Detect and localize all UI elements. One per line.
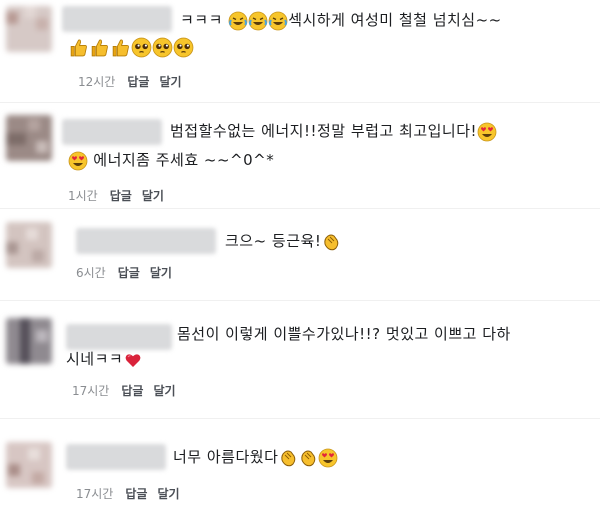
comment-5: 너무 아름다웠다 17시간 답글 달기 [0,424,600,527]
comment-text-main: 크으~ 등근육! [225,232,322,250]
comment-meta: 1시간 답글 달기 [68,187,174,204]
avatar[interactable] [6,6,52,52]
heart-eyes-icon [68,151,88,171]
comment-3: 크으~ 등근육! 6시간 답글 달기 [0,212,600,297]
heart-eyes-icon [477,122,497,142]
reply-button[interactable]: 답글 [110,187,132,204]
clapping-hands-icon [298,448,318,468]
avatar[interactable] [6,115,52,161]
tears-of-joy-icon [248,11,268,31]
comment-1: ㅋㅋㅋ 섹시하게 여성미 철철 넘치심~~ 12시간 답글 달기 [0,0,600,100]
comment-text-line2-text: 시네ㅋㅋ [66,350,124,368]
comment-text-line2: 에너지좀 주세효 ~~^0^* [68,145,274,175]
comment-meta: 17시간 답글 달기 [76,485,190,502]
comment-meta: 6시간 답글 달기 [76,264,182,281]
clapping-hands-icon [321,232,341,252]
like-button[interactable]: 달기 [142,187,164,204]
reply-button[interactable]: 답글 [121,382,143,399]
heart-icon [123,350,143,370]
commenter-name[interactable] [62,119,162,145]
divider [0,208,600,209]
tears-of-joy-icon [228,11,248,31]
pleading-face-icon [173,37,194,58]
comment-text-main: 너무 아름다웠다 [173,448,279,466]
like-button[interactable]: 달기 [159,73,181,90]
reply-button[interactable]: 답글 [127,73,149,90]
comment-time: 17시간 [72,384,110,398]
commenter-name[interactable] [76,228,216,254]
thumbs-up-icon [68,37,89,58]
comment-meta: 17시간 답글 달기 [72,382,186,399]
comment-meta: 12시간 답글 달기 [78,73,192,90]
comment-time: 6시간 [76,266,106,280]
comment-text-line2-text: 에너지좀 주세효 ~~^0^* [93,151,275,169]
comment-text: 크으~ 등근육! [225,226,341,256]
comment-4: 몸선이 이렇게 이쁠수가있나!!? 멋있고 이쁘고 다하 시네ㅋㅋ 17시간 답글… [0,304,600,414]
clapping-hands-icon [278,448,298,468]
divider [0,102,600,103]
pleading-face-icon [152,37,173,58]
like-button[interactable]: 달기 [157,485,179,502]
comment-text: 범접할수없는 에너지!!정말 부럽고 최고입니다! [170,116,497,146]
divider [0,418,600,419]
heart-eyes-icon [318,448,338,468]
avatar[interactable] [6,442,52,488]
commenter-name[interactable] [62,6,172,32]
comment-text: 너무 아름다웠다 [173,442,338,472]
commenter-name[interactable] [66,444,166,470]
comment-text-line2: 시네ㅋㅋ [66,344,143,374]
tears-of-joy-icon [268,11,288,31]
comment-text: 몸선이 이렇게 이쁠수가있나!!? 멋있고 이쁘고 다하 [177,319,511,349]
like-button[interactable]: 달기 [150,264,172,281]
comment-time: 12시간 [78,75,116,89]
comment-text-suffix: ㅋㅋㅋ [180,11,223,29]
pleading-face-icon [131,37,152,58]
avatar[interactable] [6,318,52,364]
thumbs-up-icon [110,37,131,58]
reply-button[interactable]: 답글 [118,264,140,281]
divider [0,300,600,301]
comment-text-main: 몸선이 이렇게 이쁠수가있나!!? 멋있고 이쁘고 다하 [177,325,511,343]
like-button[interactable]: 달기 [153,382,175,399]
emoji-line [68,37,194,61]
thumbs-up-icon [89,37,110,58]
comment-time: 1시간 [68,189,98,203]
comment-text-main: 범접할수없는 에너지!!정말 부럽고 최고입니다! [170,122,478,140]
reply-button[interactable]: 답글 [125,485,147,502]
comment-text-main: 섹시하게 여성미 철철 넘치심~~ [288,11,502,29]
comment-time: 17시간 [76,487,114,501]
comment-2: 범접할수없는 에너지!!정말 부럽고 최고입니다! 에너지좀 주세효 ~~^0^… [0,105,600,205]
avatar[interactable] [6,222,52,268]
comment-text: ㅋㅋㅋ 섹시하게 여성미 철철 넘치심~~ [180,5,502,35]
